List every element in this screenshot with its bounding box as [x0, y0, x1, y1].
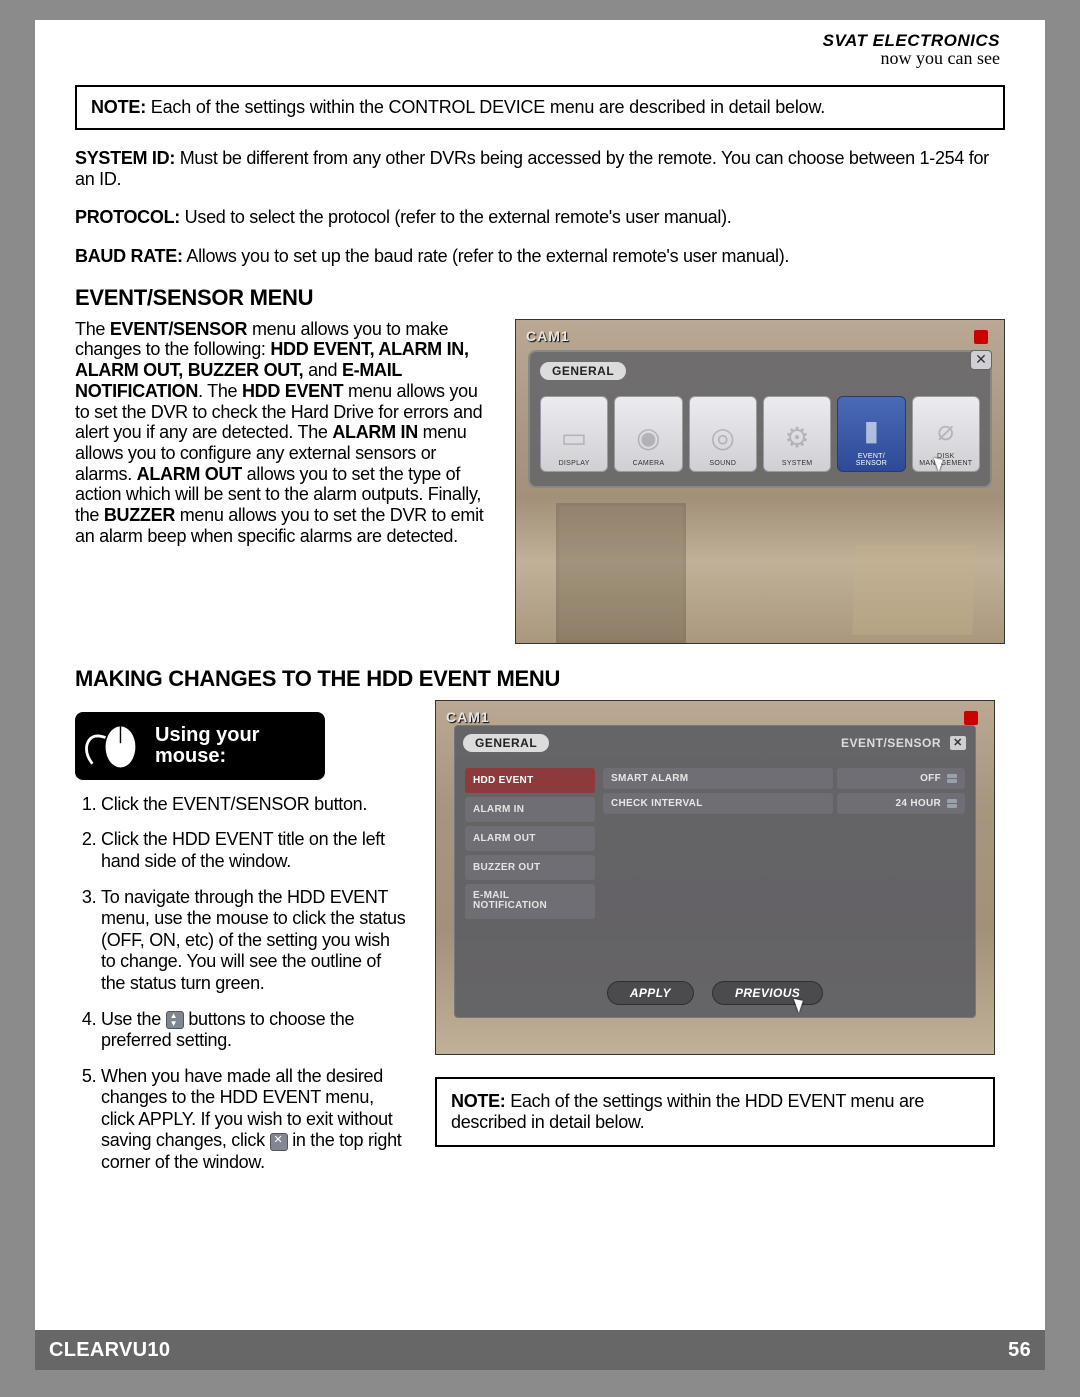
- footer-model: CLEARVU10: [49, 1339, 170, 1362]
- cam-label: CAM1: [526, 328, 570, 344]
- heading-event-sensor: EVENT/SENSOR MENU: [75, 285, 1005, 311]
- step-1: Click the EVENT/SENSOR button.: [101, 794, 415, 816]
- record-indicator-icon: [974, 330, 988, 344]
- mouse-icon: [85, 722, 141, 770]
- menu-icon-disk[interactable]: ⌀DISK MANAGEMENT: [912, 396, 980, 472]
- close-icon[interactable]: ✕: [970, 350, 992, 370]
- sidebar-item-buzzer-out[interactable]: BUZZER OUT: [465, 855, 595, 880]
- close-icon[interactable]: ✕: [949, 735, 967, 751]
- previous-button[interactable]: PREVIOUS: [712, 981, 823, 1005]
- def-val: Allows you to set up the baud rate (refe…: [183, 246, 789, 266]
- def-key: SYSTEM ID:: [75, 148, 175, 168]
- screenshot-general-menu: CAM1 ✕ GENERAL ▭DISPLAY ◉CAMERA ◎SOUND ⚙…: [515, 319, 1005, 644]
- tab-general[interactable]: GENERAL: [540, 362, 626, 380]
- side-menu: HDD EVENT ALARM IN ALARM OUT BUZZER OUT …: [465, 768, 595, 919]
- note-text: Each of the settings within the HDD EVEN…: [451, 1091, 924, 1132]
- close-inline-icon[interactable]: [270, 1133, 288, 1151]
- camera-icon: ◉: [636, 421, 661, 454]
- note-box-control-device: NOTE: Each of the settings within the CO…: [75, 85, 1005, 130]
- setting-value[interactable]: OFF: [837, 768, 965, 789]
- menu-icon-sound[interactable]: ◎SOUND: [689, 396, 757, 472]
- step-4: Use the buttons to choose the preferred …: [101, 1009, 415, 1052]
- menu-icon-display[interactable]: ▭DISPLAY: [540, 396, 608, 472]
- menu-icon-row: ▭DISPLAY ◉CAMERA ◎SOUND ⚙SYSTEM ▮EVENT/ …: [540, 396, 980, 472]
- def-val: Must be different from any other DVRs be…: [75, 148, 989, 189]
- setting-value[interactable]: 24 HOUR: [837, 793, 965, 814]
- def-protocol: PROTOCOL: Used to select the protocol (r…: [75, 207, 1005, 228]
- note-label: NOTE:: [91, 97, 146, 117]
- step-3: To navigate through the HDD EVENT menu, …: [101, 887, 415, 995]
- updown-icon[interactable]: [947, 799, 957, 808]
- brand-block: SVAT ELECTRONICS now you can see: [823, 32, 1000, 67]
- event-sensor-paragraph: The EVENT/SENSOR menu allows you to make…: [75, 319, 495, 547]
- steps-list: Click the EVENT/SENSOR button. Click the…: [101, 794, 415, 1174]
- sound-icon: ◎: [710, 421, 735, 454]
- sidebar-item-hdd-event[interactable]: HDD EVENT: [465, 768, 595, 793]
- updown-icon[interactable]: [947, 774, 957, 783]
- tab-general[interactable]: GENERAL: [463, 734, 549, 752]
- brand-line1: SVAT ELECTRONICS: [823, 32, 1000, 49]
- setting-key: SMART ALARM: [603, 768, 833, 789]
- record-indicator-icon: [964, 711, 978, 725]
- footer-page-number: 56: [1008, 1339, 1031, 1362]
- system-icon: ⚙: [784, 421, 809, 454]
- setting-row: SMART ALARM OFF: [603, 768, 965, 789]
- def-baud-rate: BAUD RATE: Allows you to set up the baud…: [75, 246, 1005, 267]
- def-key: PROTOCOL:: [75, 207, 180, 227]
- settings-area: SMART ALARM OFF CHECK INTERVAL 24 HOUR: [603, 768, 965, 814]
- button-row: APPLY PREVIOUS: [455, 981, 975, 1005]
- disk-icon: ⌀: [937, 414, 954, 447]
- page-footer: CLEARVU10 56: [35, 1330, 1045, 1370]
- def-val: Used to select the protocol (refer to th…: [180, 207, 732, 227]
- menu-icon-system[interactable]: ⚙SYSTEM: [763, 396, 831, 472]
- setting-key: CHECK INTERVAL: [603, 793, 833, 814]
- breadcrumb: EVENT/SENSOR ✕: [841, 735, 967, 751]
- sidebar-item-alarm-out[interactable]: ALARM OUT: [465, 826, 595, 851]
- apply-button[interactable]: APPLY: [607, 981, 694, 1005]
- note-box-hdd-event: NOTE: Each of the settings within the HD…: [435, 1077, 995, 1147]
- page-content: SVAT ELECTRONICS now you can see NOTE: E…: [35, 20, 1045, 1370]
- def-system-id: SYSTEM ID: Must be different from any ot…: [75, 148, 1005, 189]
- step-2: Click the HDD EVENT title on the left ha…: [101, 829, 415, 872]
- screenshot-hdd-event-menu: CAM1 GENERAL EVENT/SENSOR ✕ HDD EVENT: [435, 700, 995, 1055]
- setting-row: CHECK INTERVAL 24 HOUR: [603, 793, 965, 814]
- using-mouse-callout: Using yourmouse:: [75, 712, 325, 780]
- event-sensor-panel: GENERAL EVENT/SENSOR ✕ HDD EVENT ALARM I…: [454, 725, 976, 1018]
- sidebar-item-email[interactable]: E-MAIL NOTIFICATION: [465, 884, 595, 919]
- event-sensor-icon: ▮: [864, 414, 880, 447]
- brand-line2: now you can see: [823, 49, 1000, 67]
- step-5: When you have made all the desired chang…: [101, 1066, 415, 1174]
- heading-hdd-event: MAKING CHANGES TO THE HDD EVENT MENU: [75, 666, 1005, 692]
- menu-icon-camera[interactable]: ◉CAMERA: [614, 396, 682, 472]
- using-mouse-text: Using yourmouse:: [155, 725, 259, 767]
- display-icon: ▭: [561, 421, 588, 454]
- cam-label: CAM1: [446, 709, 490, 725]
- note-text: Each of the settings within the CONTROL …: [146, 97, 825, 117]
- menu-icon-event-sensor[interactable]: ▮EVENT/ SENSOR: [837, 396, 905, 472]
- def-key: BAUD RATE:: [75, 246, 183, 266]
- sidebar-item-alarm-in[interactable]: ALARM IN: [465, 797, 595, 822]
- updown-icon[interactable]: [166, 1011, 184, 1029]
- general-menu-panel: ✕ GENERAL ▭DISPLAY ◉CAMERA ◎SOUND ⚙SYSTE…: [528, 350, 992, 488]
- note-label: NOTE:: [451, 1091, 506, 1111]
